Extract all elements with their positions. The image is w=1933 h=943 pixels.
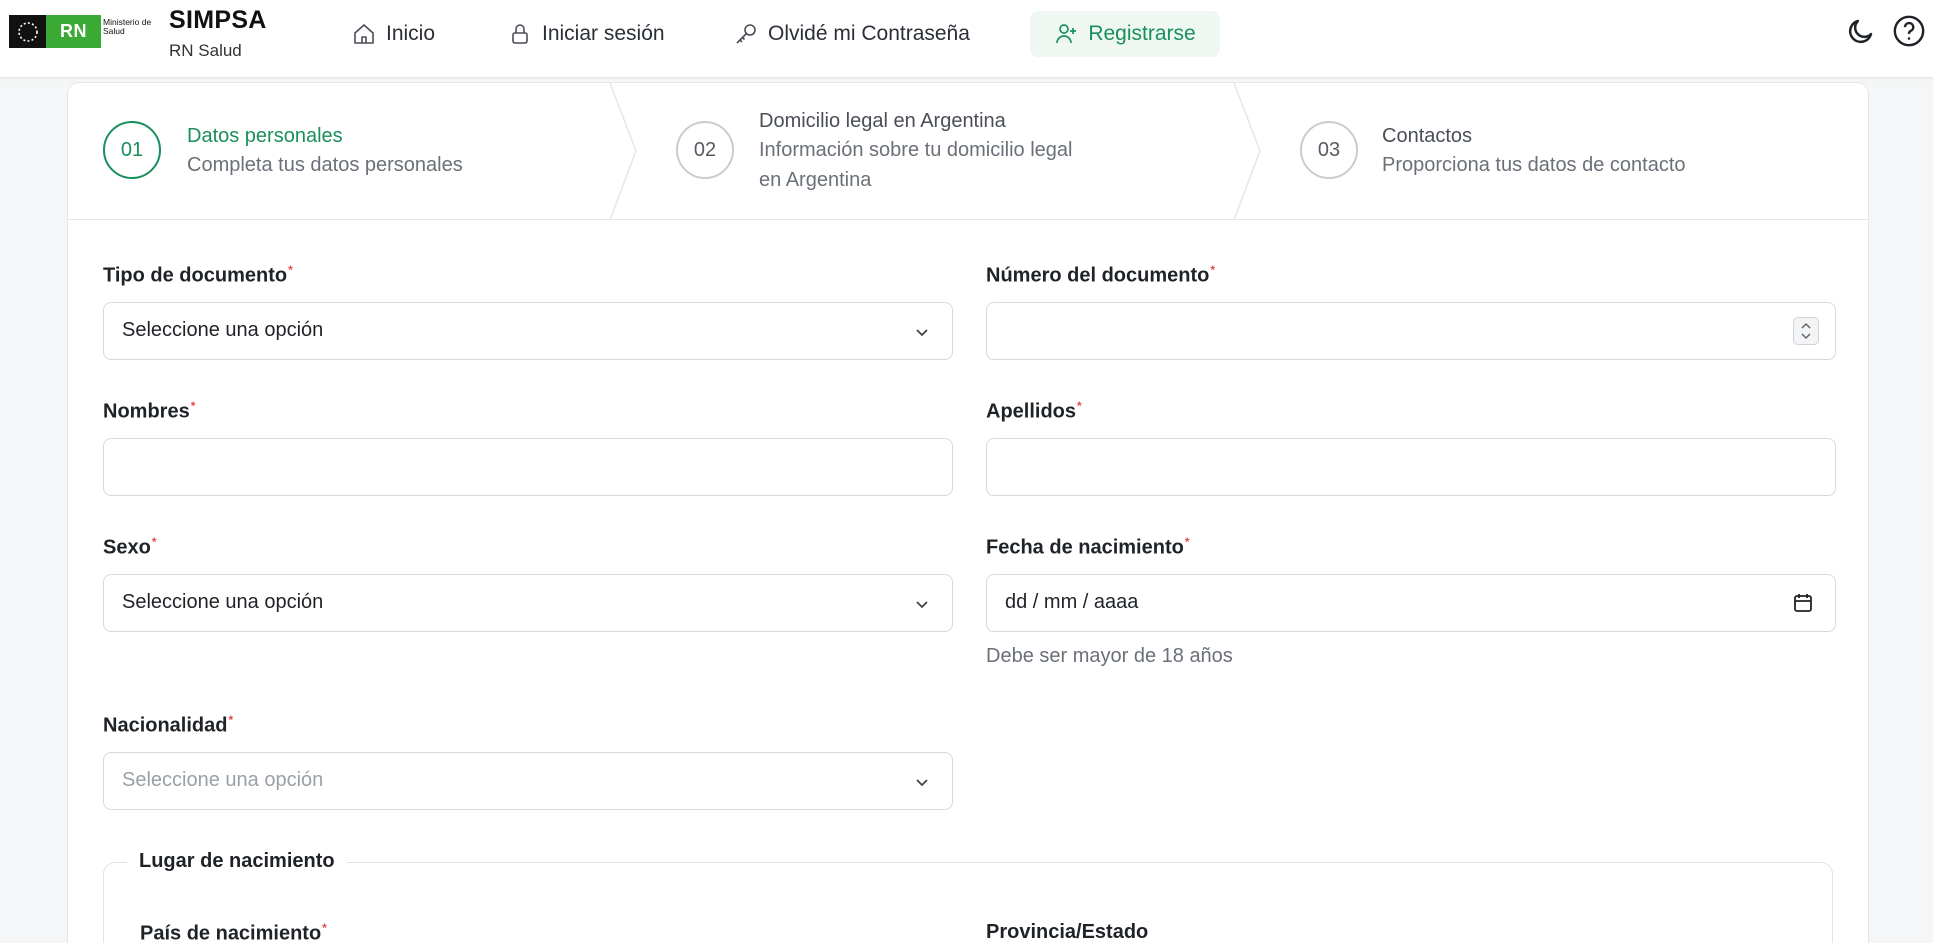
fecha-nacimiento-value: dd / mm / aaaa xyxy=(1005,591,1139,613)
brand-subtitle: RN Salud xyxy=(169,41,242,60)
sexo-value: Seleccione una opción xyxy=(122,591,324,613)
rn-logo[interactable]: RN xyxy=(9,15,101,48)
step-2-title: Domicilio legal en Argentina xyxy=(759,110,1006,132)
nav-registrarse[interactable]: Registrarse xyxy=(1030,11,1220,57)
nombres-label: Nombres* xyxy=(103,399,196,423)
nav-olvide-contrasena[interactable]: Olvidé mi Contraseña xyxy=(722,11,982,57)
step-2-desc-cont: en Argentina xyxy=(759,169,872,191)
nav-inicio-label: Inicio xyxy=(386,22,436,45)
add-user-icon xyxy=(1056,24,1077,44)
nav-login-label: Iniciar sesión xyxy=(542,22,665,45)
sun-emblem-icon xyxy=(9,15,46,48)
sexo-select[interactable]: Seleccione una opción xyxy=(103,574,953,632)
ministerio-label: Ministerio de Salud xyxy=(103,17,152,36)
numero-documento-input[interactable] xyxy=(986,302,1836,360)
help-icon[interactable] xyxy=(1892,14,1926,48)
lugar-nacimiento-fieldset xyxy=(103,862,1833,943)
step-3-desc: Proporciona tus datos de contacto xyxy=(1382,154,1686,176)
step-separator xyxy=(1233,83,1261,220)
stepper: 01 Datos personales Completa tus datos p… xyxy=(68,83,1868,220)
brand-title[interactable]: SIMPSA xyxy=(169,6,267,35)
step-3-title: Contactos xyxy=(1382,125,1473,147)
step-separator xyxy=(609,83,637,220)
numero-documento-label: Número del documento* xyxy=(986,263,1216,287)
fecha-nacimiento-hint: Debe ser mayor de 18 años xyxy=(986,645,1233,667)
home-icon xyxy=(354,24,374,44)
provincia-estado-label: Provincia/Estado xyxy=(986,921,1149,943)
nav-iniciar-sesion[interactable]: Iniciar sesión xyxy=(496,11,677,57)
sexo-label: Sexo* xyxy=(103,535,157,559)
stepper-arrows-icon xyxy=(1801,322,1811,340)
tipo-documento-label: Tipo de documento* xyxy=(103,263,293,287)
chevron-down-icon xyxy=(916,779,928,787)
lock-icon xyxy=(512,24,528,44)
top-navbar: RN Ministerio de Salud SIMPSA RN Salud I… xyxy=(0,0,1933,78)
pais-nacimiento-label: País de nacimiento* xyxy=(140,921,327,943)
fecha-nacimiento-label: Fecha de nacimiento* xyxy=(986,535,1190,559)
logo-badge: RN xyxy=(46,15,101,48)
step-3-circle[interactable]: 03 xyxy=(1300,121,1358,179)
nacionalidad-placeholder: Seleccione una opción xyxy=(122,769,324,791)
number-stepper[interactable] xyxy=(1793,317,1819,345)
chevron-down-icon xyxy=(916,329,928,337)
moon-icon[interactable] xyxy=(1846,16,1876,46)
lugar-nacimiento-legend: Lugar de nacimiento xyxy=(127,850,347,873)
step-1-desc: Completa tus datos personales xyxy=(187,154,463,176)
nacionalidad-select[interactable]: Seleccione una opción xyxy=(103,752,953,810)
nav-register-label: Registrarse xyxy=(1088,22,1196,45)
registration-card: 01 Datos personales Completa tus datos p… xyxy=(67,82,1869,943)
step-1-circle[interactable]: 01 xyxy=(103,121,161,179)
nav-inicio[interactable]: Inicio xyxy=(340,11,447,57)
step-2-desc: Información sobre tu domicilio legal xyxy=(759,139,1073,161)
calendar-icon[interactable] xyxy=(1791,591,1815,615)
key-icon xyxy=(736,24,756,44)
nombres-input[interactable] xyxy=(103,438,953,496)
step-2-circle[interactable]: 02 xyxy=(676,121,734,179)
step-1-title: Datos personales xyxy=(187,125,343,147)
nacionalidad-label: Nacionalidad* xyxy=(103,713,234,737)
nav-forgot-label: Olvidé mi Contraseña xyxy=(768,22,970,45)
chevron-down-icon xyxy=(916,601,928,609)
tipo-documento-select[interactable]: Seleccione una opción xyxy=(103,302,953,360)
tipo-documento-value: Seleccione una opción xyxy=(122,319,324,341)
apellidos-input[interactable] xyxy=(986,438,1836,496)
fecha-nacimiento-input[interactable]: dd / mm / aaaa xyxy=(986,574,1836,632)
apellidos-label: Apellidos* xyxy=(986,399,1082,423)
